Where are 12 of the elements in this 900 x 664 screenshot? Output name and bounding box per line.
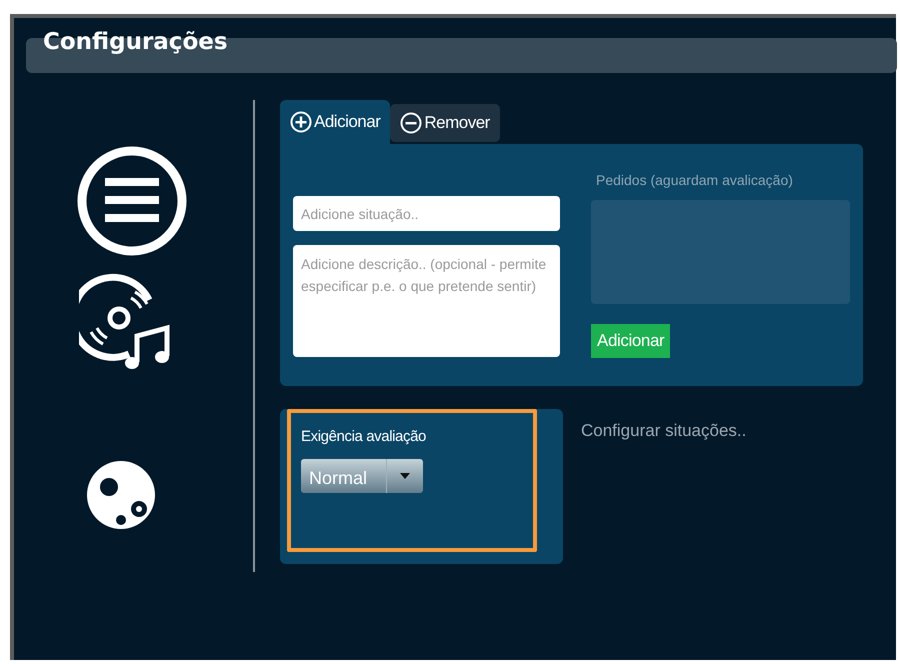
plus-icon bbox=[290, 111, 312, 133]
evaluation-label: Exigência avaliação bbox=[301, 428, 427, 445]
menu-icon[interactable] bbox=[76, 145, 188, 257]
description-field[interactable]: Adicione descrição.. (opcional - permite especificar p.e. o que pretende sentir) bbox=[293, 245, 560, 357]
configure-link[interactable]: Configurar situações.. bbox=[581, 421, 746, 441]
tab[interactable]: Adicionar bbox=[280, 100, 390, 144]
situation-field[interactable]: Adicione situação.. bbox=[293, 196, 560, 231]
minus-icon bbox=[400, 112, 422, 134]
tab[interactable]: Remover bbox=[390, 104, 500, 142]
page-title: Configurações bbox=[43, 29, 228, 55]
caret-icon bbox=[400, 473, 410, 479]
requests-label: Pedidos (aguardam avalicação) bbox=[596, 172, 793, 188]
